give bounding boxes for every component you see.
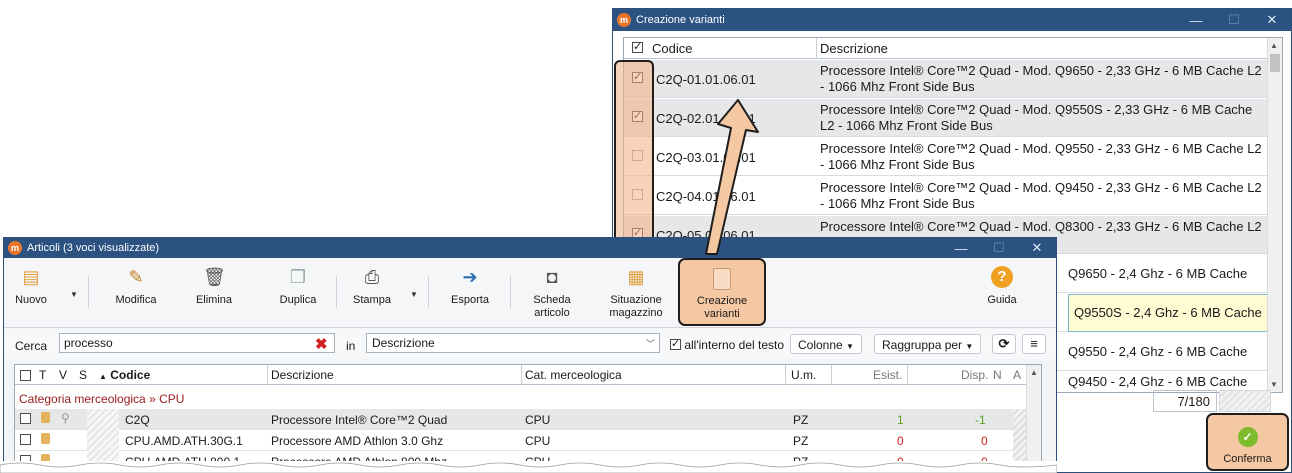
arrow-icon	[705, 99, 759, 255]
annotation-arrow	[705, 99, 759, 255]
